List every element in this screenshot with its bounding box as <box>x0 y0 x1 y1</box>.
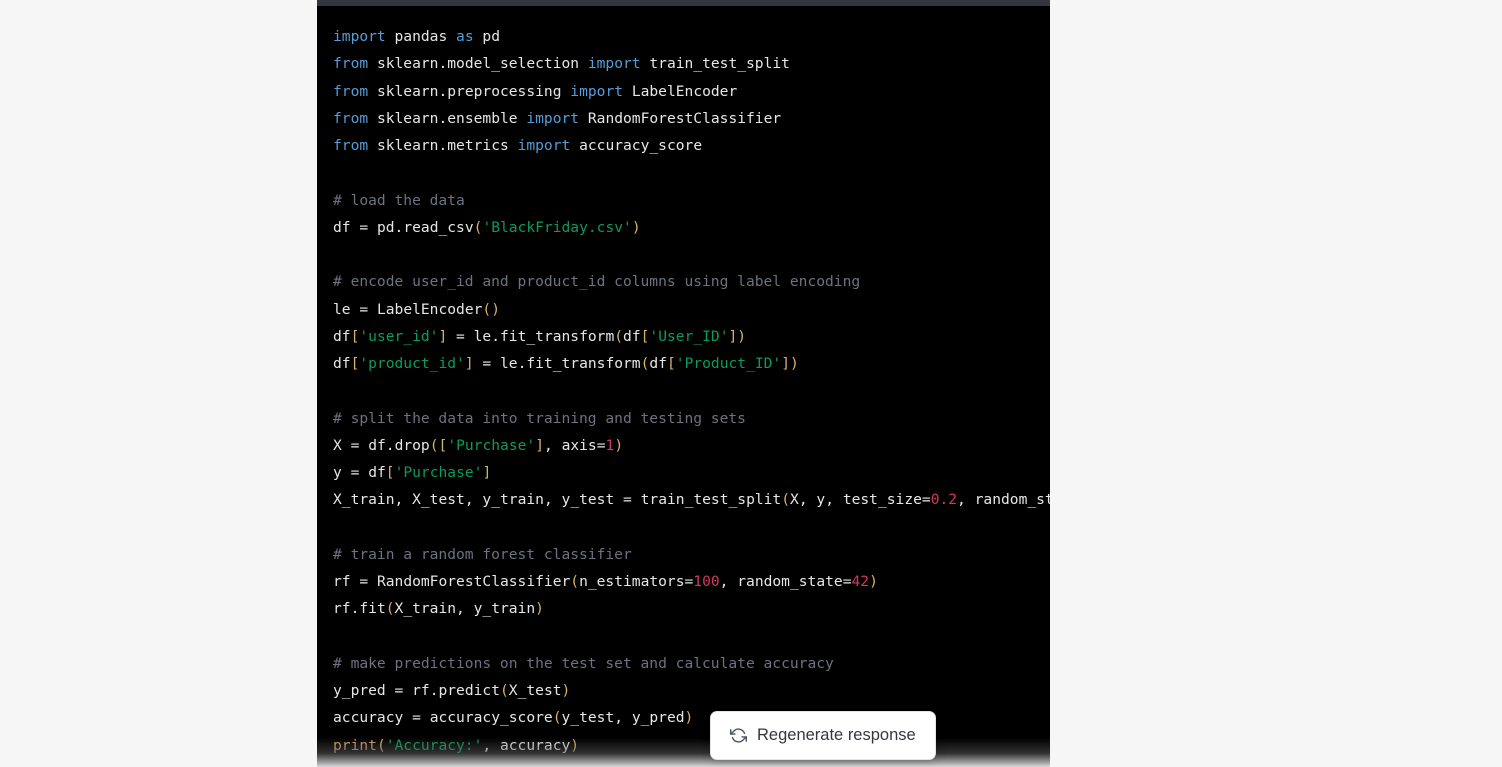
code-line: # split the data into training and testi… <box>333 409 746 427</box>
code-line: df['user_id'] = le.fit_transform(df['Use… <box>333 327 747 345</box>
code-line: # train a random forest classifier <box>333 545 632 563</box>
code-line: le = LabelEncoder() <box>333 300 500 318</box>
code-line: X_train, X_test, y_train, y_test = train… <box>333 491 1050 509</box>
regenerate-response-label: Regenerate response <box>757 726 916 744</box>
code-line: import pandas as pd <box>333 28 500 45</box>
code-line: accuracy = accuracy_score(y_test, y_pred… <box>333 709 694 727</box>
code-line: y = df['Purchase'] <box>333 464 492 481</box>
code-line: df['product_id'] = le.fit_transform(df['… <box>333 355 799 372</box>
code-line: rf = RandomForestClassifier(n_estimators… <box>333 573 878 590</box>
code-line: from sklearn.metrics import accuracy_sco… <box>333 137 703 154</box>
refresh-icon <box>730 727 747 744</box>
code-line: from sklearn.ensemble import RandomFores… <box>333 109 782 127</box>
code-line: from sklearn.preprocessing import LabelE… <box>333 82 738 100</box>
code-block: import pandas as pd from sklearn.model_se… <box>317 0 1050 767</box>
page-root: import pandas as pd from sklearn.model_se… <box>0 0 1502 767</box>
code-line: rf.fit(X_train, y_train) <box>333 600 544 618</box>
code-line: X = df.drop(['Purchase'], axis=1) <box>333 436 624 454</box>
code-line: df = pd.read_csv('BlackFriday.csv') <box>333 218 641 236</box>
regenerate-response-button[interactable]: Regenerate response <box>710 711 936 760</box>
code-line: # encode user_id and product_id columns … <box>333 273 861 291</box>
code-content[interactable]: import pandas as pd from sklearn.model_se… <box>317 6 1050 759</box>
code-line: print('Accuracy:', accuracy) <box>333 736 580 754</box>
code-line: y_pred = rf.predict(X_test) <box>333 682 571 699</box>
code-line: # load the data <box>333 191 465 209</box>
code-line: from sklearn.model_selection import trai… <box>333 55 790 73</box>
code-line: # make predictions on the test set and c… <box>333 654 834 672</box>
